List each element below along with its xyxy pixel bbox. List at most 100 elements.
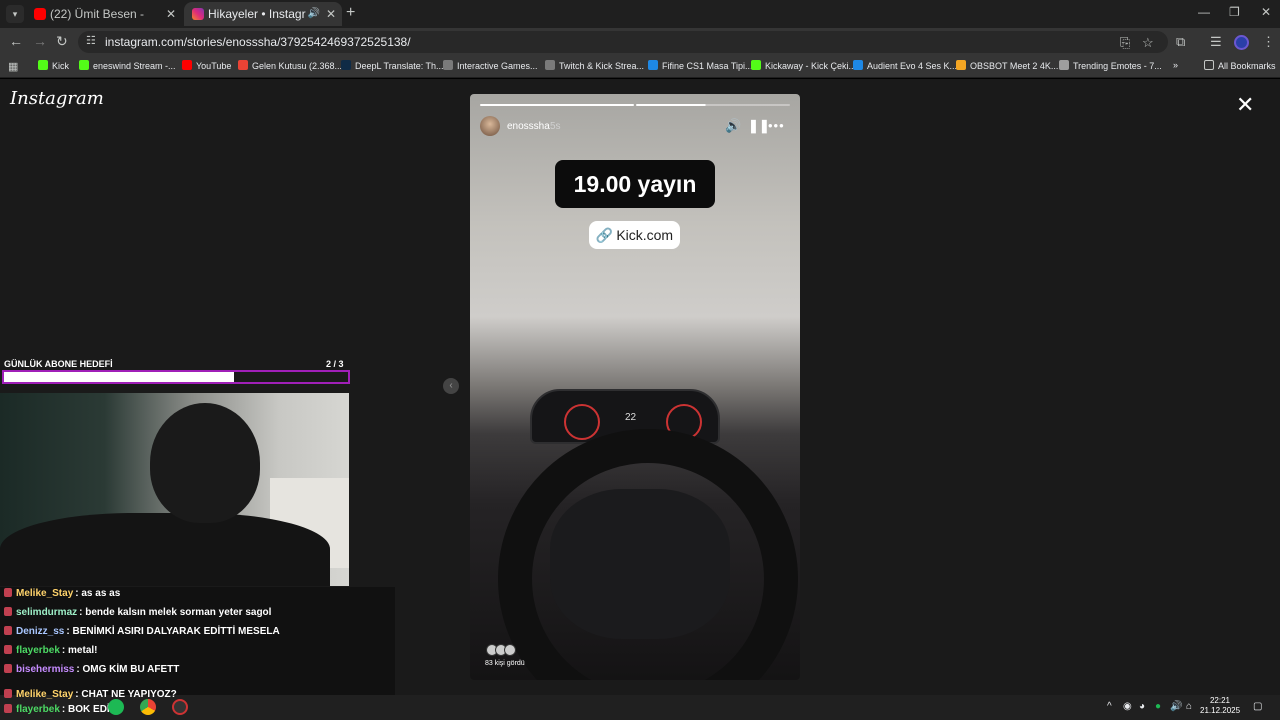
speed-readout: 22	[625, 412, 637, 423]
person-body	[0, 513, 330, 586]
sub-goal-count: 2 / 3	[326, 359, 344, 369]
bookmark-item[interactable]: Kick	[38, 60, 69, 71]
sub-badge-icon	[4, 645, 12, 654]
link-icon: 🔗	[595, 227, 614, 243]
bookmark-item[interactable]: Fifine CS1 Masa Tipi...	[648, 60, 753, 71]
sub-badge-icon	[4, 689, 12, 698]
kick-icon	[751, 60, 761, 70]
story-user-avatar[interactable]	[480, 116, 500, 136]
bookmark-item[interactable]: DeepL Translate: Th...	[341, 60, 444, 71]
sub-badge-icon	[4, 607, 12, 616]
extensions-icon[interactable]: ⧉	[1176, 34, 1185, 50]
chat-message: flayerbek: BOK EDİT	[4, 704, 116, 715]
instagram-favicon-icon	[192, 8, 204, 20]
bookmarks-bar: ▦ Kick eneswind Stream -... YouTube Gele…	[0, 56, 1280, 78]
apps-grid-icon[interactable]: ▦	[8, 60, 18, 73]
back-icon[interactable]: ←	[9, 33, 23, 49]
youtube-favicon-icon	[34, 8, 46, 20]
games-icon	[443, 60, 453, 70]
bookmark-star-icon[interactable]: ☆	[1142, 35, 1154, 51]
more-options-icon[interactable]: •••	[768, 118, 785, 133]
site-info-icon[interactable]: ☷	[86, 34, 96, 47]
clock-date: 21.12.2025	[1200, 706, 1241, 715]
close-tab-icon[interactable]: ✕	[326, 2, 336, 26]
story-link-sticker[interactable]: 🔗 Kick.com	[589, 221, 680, 249]
obsbot-icon	[956, 60, 966, 70]
bookmark-item[interactable]: Twitch & Kick Strea...	[545, 60, 644, 71]
volume-icon[interactable]: 🔊	[1170, 701, 1182, 712]
tab-search-button[interactable]: ▾	[6, 5, 24, 23]
windows-taskbar: Melike_Stay: CHAT NE YAPIYOZ? flayerbek:…	[0, 689, 1280, 720]
viewer-avatar	[504, 644, 516, 656]
tab-title: Hikayeler • Instagram	[208, 7, 306, 21]
sub-goal-label: GÜNLÜK ABONE HEDEFİ	[4, 359, 113, 369]
person-head	[150, 403, 260, 523]
steering-hub	[550, 489, 730, 639]
show-hidden-icons-icon[interactable]: ^	[1107, 701, 1112, 712]
previous-story-icon[interactable]: ‹	[443, 378, 459, 394]
chat-message: bisehermiss: OMG KİM BU AFETT	[4, 664, 179, 675]
steam-tray-icon[interactable]: ◉	[1123, 701, 1132, 712]
system-clock[interactable]: 22:21 21.12.2025	[1200, 696, 1240, 716]
obs-taskbar-icon[interactable]	[172, 699, 188, 715]
tab-title: (22) Ümit Besen - Nikah Masası	[50, 7, 146, 21]
browser-toolbar: ← → ↻ ☷ instagram.com/stories/enosssha/3…	[0, 28, 1280, 56]
webcam-feed	[0, 393, 349, 586]
tab-instagram[interactable]: Hikayeler • Instagram 🔊 ✕	[184, 2, 342, 26]
all-bookmarks-button[interactable]: All Bookmarks	[1204, 60, 1276, 71]
spotify-taskbar-icon[interactable]	[108, 699, 124, 715]
bookmark-item[interactable]: Interactive Games...	[443, 60, 538, 71]
check-icon	[853, 60, 863, 70]
profile-avatar[interactable]	[1234, 35, 1249, 50]
story-progress-segment	[636, 104, 790, 106]
new-tab-button[interactable]: +	[346, 4, 355, 22]
minimize-icon[interactable]: —	[1198, 5, 1210, 19]
more-bookmarks-icon[interactable]: »	[1173, 60, 1178, 70]
sub-goal-bar	[2, 370, 350, 384]
bookmark-item[interactable]: Audient Evo 4 Ses K...	[853, 60, 957, 71]
stream-chat: Melike_Stay: as as as selimdurmaz: bende…	[0, 587, 395, 695]
reload-icon[interactable]: ↻	[56, 33, 68, 50]
close-story-icon[interactable]: ✕	[1236, 92, 1254, 118]
speaker-icon[interactable]: 🔊	[308, 2, 320, 26]
story-headline-sticker: 19.00 yayın	[555, 160, 715, 208]
sub-badge-icon	[4, 588, 12, 597]
streamer-icon	[545, 60, 555, 70]
bookmark-item[interactable]: Gelen Kutusu (2.368...	[238, 60, 342, 71]
bookmark-item[interactable]: Kickaway - Kick Çeki...	[751, 60, 856, 71]
address-bar[interactable]: ☷ instagram.com/stories/enosssha/3792542…	[78, 31, 1168, 53]
bookmark-item[interactable]: YouTube	[182, 60, 231, 71]
story-viewer[interactable]: enosssha 5s 🔊 ❚❚ ••• 22 19.00 yayın 🔗 Kic…	[470, 94, 800, 680]
menu-icon[interactable]: ⋮	[1262, 34, 1275, 50]
chat-message: Denizz_ss: BENİMKİ ASIRI DALYARAK EDİTTİ…	[4, 626, 280, 637]
close-tab-icon[interactable]: ✕	[166, 2, 176, 26]
notifications-icon[interactable]: ▢	[1253, 701, 1262, 712]
pause-icon[interactable]: ❚❚	[748, 118, 770, 134]
kick-icon	[38, 60, 48, 70]
discord-tray-icon[interactable]: ◕	[1139, 701, 1145, 712]
story-time: 5s	[550, 121, 561, 132]
reading-list-icon[interactable]: ☰	[1210, 34, 1222, 50]
chat-message: selimdurmaz: bende kalsın melek sorman y…	[4, 607, 271, 618]
chat-message: Melike_Stay: as as as	[4, 588, 120, 599]
chat-message: Melike_Stay: CHAT NE YAPIYOZ?	[4, 689, 177, 700]
forward-icon[interactable]: →	[33, 33, 47, 49]
tab-youtube[interactable]: (22) Ümit Besen - Nikah Masası ✕	[26, 2, 182, 26]
chrome-taskbar-icon[interactable]	[140, 699, 156, 715]
restore-icon[interactable]: ❐	[1229, 5, 1240, 19]
network-icon[interactable]: ⌂	[1186, 701, 1192, 712]
tab-strip: ▾ (22) Ümit Besen - Nikah Masası ✕ Hikay…	[0, 0, 1280, 28]
bookmark-item[interactable]: OBSBOT Meet 2 4K...	[956, 60, 1058, 71]
mute-icon[interactable]: 🔊	[725, 118, 741, 134]
install-app-icon[interactable]: ⎘	[1120, 35, 1130, 51]
7tv-icon	[1059, 60, 1069, 70]
story-viewers-count[interactable]: 83 kişi gördü	[485, 660, 525, 667]
story-username[interactable]: enosssha	[507, 121, 550, 132]
bookmark-item[interactable]: Trending Emotes - 7...	[1059, 60, 1162, 71]
close-window-icon[interactable]: ✕	[1261, 5, 1271, 19]
url-text: instagram.com/stories/enosssha/379254246…	[105, 35, 411, 49]
bookmark-item[interactable]: eneswind Stream -...	[79, 60, 176, 71]
kick-icon	[79, 60, 89, 70]
spotify-tray-icon[interactable]: ●	[1155, 701, 1161, 712]
instagram-logo[interactable]: Instagram	[10, 88, 104, 109]
